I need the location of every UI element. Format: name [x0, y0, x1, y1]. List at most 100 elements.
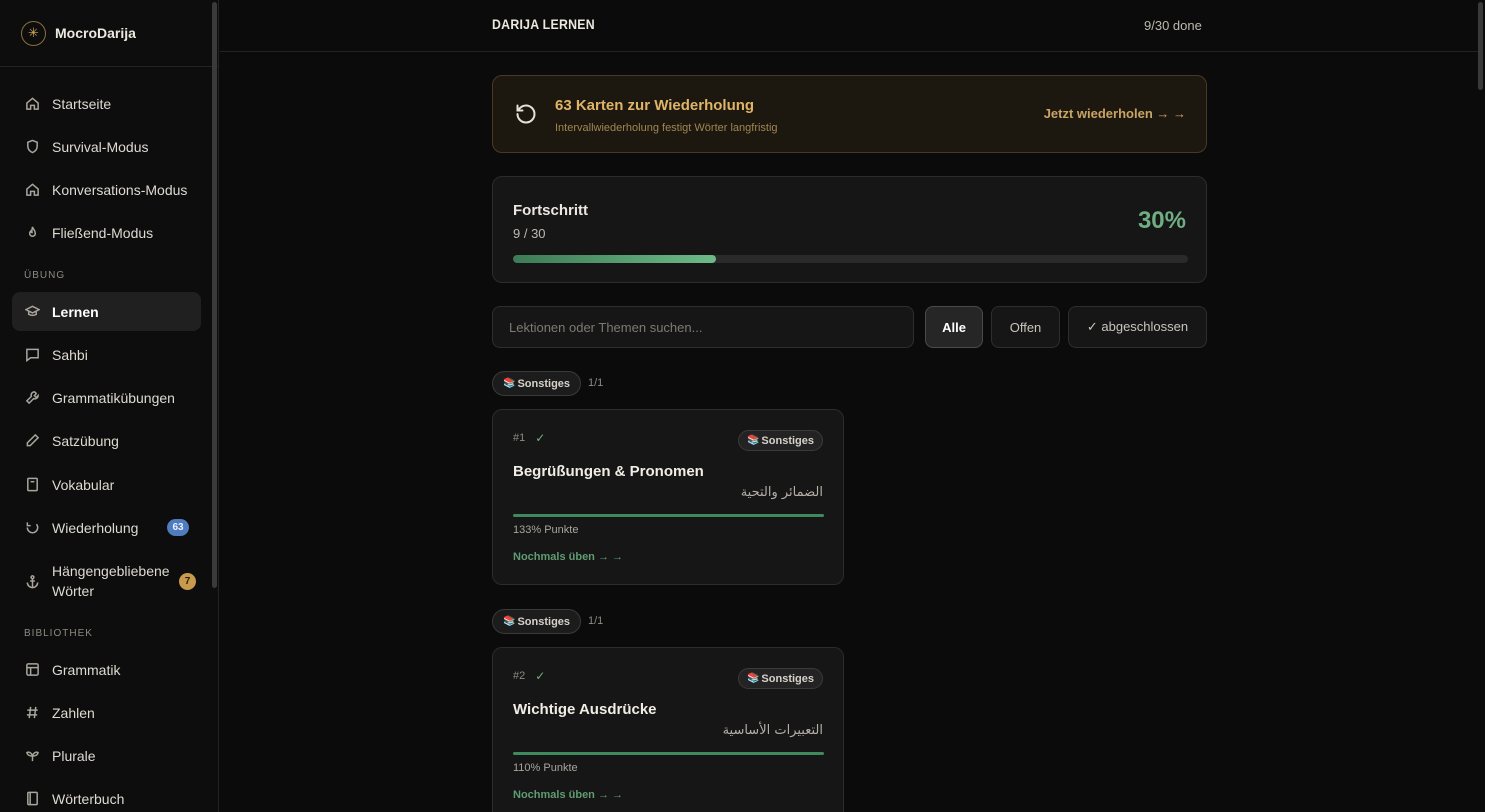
- wrench-icon: [24, 390, 40, 406]
- sidebar-item-label: Plurale: [52, 747, 96, 764]
- sidebar-item-grammatik[interactable]: Grammatik: [12, 650, 201, 689]
- layout-icon: [24, 662, 40, 678]
- sidebar-item-label: Hängengebliebene Wörter: [52, 563, 170, 599]
- topbar: DARIJA LERNEN 9/30 done: [220, 0, 1478, 52]
- sidebar-item-grammatikuebungen[interactable]: Grammatikübungen: [12, 378, 201, 417]
- sidebar-scrollbar[interactable]: [212, 2, 217, 588]
- stuck-words-badge: 7: [179, 572, 196, 590]
- sidebar: ✳ MocroDarija Startseite Survival-Modus …: [0, 0, 219, 812]
- sidebar-item-zahlen[interactable]: Zahlen: [12, 693, 201, 732]
- lesson-number-text: #2: [513, 670, 526, 682]
- sidebar-item-label: Startseite: [52, 95, 112, 112]
- lesson-points: 133% Punkte: [513, 524, 579, 536]
- brand-name: MocroDarija: [55, 25, 136, 41]
- group-name: Sonstiges: [517, 615, 571, 628]
- books-icon: 📚: [746, 673, 760, 684]
- completion-status: 9/30 done: [1144, 18, 1202, 33]
- flame-icon: [24, 225, 40, 241]
- progress-title: Fortschritt: [513, 202, 588, 219]
- logo-icon: ✳: [21, 20, 46, 46]
- search-input[interactable]: [492, 306, 914, 348]
- section-label-practice: ÜBUNG: [24, 270, 66, 281]
- books-icon: 📚: [503, 616, 516, 627]
- progress-count: 9 / 30: [513, 226, 546, 241]
- sidebar-item-label: Grammatik: [52, 661, 121, 678]
- filter-open-button[interactable]: Offen: [991, 306, 1060, 348]
- sidebar-item-label: Survival-Modus: [52, 138, 149, 155]
- start-review-button[interactable]: Jetzt wiederholen → →: [1044, 106, 1186, 121]
- lesson-title: Wichtige Ausdrücke: [513, 701, 657, 718]
- lesson-tag-label: Sonstiges: [761, 672, 814, 685]
- books-icon: 📚: [746, 435, 760, 446]
- sidebar-item-startseite[interactable]: Startseite: [12, 84, 201, 123]
- brand[interactable]: ✳ MocroDarija: [0, 0, 218, 67]
- sidebar-item-vokabular[interactable]: Vokabular: [12, 465, 201, 504]
- anchor-icon: [24, 573, 40, 589]
- group-chip[interactable]: 📚 Sonstiges: [492, 609, 582, 634]
- lesson-arabic-title: التعبيرات الأساسية: [722, 723, 823, 738]
- books-icon: 📚: [503, 378, 516, 389]
- group-chip[interactable]: 📚 Sonstiges: [492, 371, 582, 396]
- lesson-arabic-title: الضمائر والتحية: [740, 485, 823, 500]
- sidebar-item-label: Vokabular: [52, 476, 115, 493]
- lesson-tag: 📚 Sonstiges: [737, 430, 823, 451]
- sidebar-item-woerterbuch[interactable]: Wörterbuch: [12, 779, 201, 812]
- sprout-icon: [24, 748, 40, 764]
- app-root: ✳ MocroDarija Startseite Survival-Modus …: [0, 0, 1485, 812]
- sidebar-item-label: Zahlen: [52, 704, 95, 721]
- filter-all-button[interactable]: Alle: [925, 306, 983, 348]
- refresh-icon: [24, 520, 40, 536]
- practice-again-link[interactable]: Nochmals üben → →: [513, 789, 623, 801]
- sidebar-item-lernen[interactable]: Lernen: [12, 292, 201, 331]
- lesson-card[interactable]: #2 ✓ 📚 Sonstiges Wichtige Ausdrücke التع…: [492, 647, 844, 812]
- review-title: 63 Karten zur Wiederholung: [555, 97, 755, 114]
- group-count: 1/1: [588, 615, 604, 627]
- main-scrollbar[interactable]: [1478, 2, 1483, 90]
- lesson-progress-bar: [513, 752, 824, 755]
- sidebar-item-label: Wiederholung: [52, 519, 139, 536]
- lesson-number: #2 ✓: [513, 669, 545, 683]
- sidebar-item-satzuebung[interactable]: Satzübung: [12, 421, 201, 460]
- sidebar-item-survival[interactable]: Survival-Modus: [12, 127, 201, 166]
- sidebar-item-label: Grammatikübungen: [52, 389, 175, 406]
- lesson-progress-bar: [513, 514, 824, 517]
- lesson-tag: 📚 Sonstiges: [737, 668, 823, 689]
- book-icon: [24, 791, 40, 807]
- sidebar-item-plurale[interactable]: Plurale: [12, 736, 201, 775]
- lesson-points: 110% Punkte: [513, 762, 578, 774]
- shield-icon: [24, 139, 40, 155]
- sidebar-item-label: Lernen: [52, 303, 99, 320]
- sidebar-item-label: Satzübung: [52, 432, 119, 449]
- sidebar-item-haengengebliebene-woerter[interactable]: Hängengebliebene Wörter 7: [12, 559, 201, 603]
- sidebar-item-label: Sahbi: [52, 346, 88, 363]
- sidebar-item-wiederholung[interactable]: Wiederholung 63: [12, 508, 201, 547]
- group-count: 1/1: [588, 377, 604, 389]
- lesson-number: #1 ✓: [513, 431, 545, 445]
- page-title: DARIJA LERNEN: [492, 16, 595, 32]
- sidebar-item-label: Wörterbuch: [52, 790, 125, 807]
- sidebar-item-fliessend[interactable]: Fließend-Modus: [12, 213, 201, 252]
- review-banner[interactable]: 63 Karten zur Wiederholung Intervallwied…: [492, 75, 1207, 153]
- group-name: Sonstiges: [517, 377, 571, 390]
- sidebar-item-konversation[interactable]: Konversations-Modus: [12, 170, 201, 209]
- lesson-tag-label: Sonstiges: [761, 434, 814, 447]
- home-icon: [24, 182, 40, 198]
- notebook-icon: [24, 477, 40, 493]
- lesson-number-text: #1: [513, 432, 526, 444]
- sidebar-item-label: Konversations-Modus: [52, 181, 188, 198]
- home-icon: [24, 96, 40, 112]
- graduation-cap-icon: [24, 304, 40, 320]
- progress-percent: 30%: [1137, 207, 1186, 234]
- section-label-library: BIBLIOTHEK: [24, 628, 93, 639]
- review-subtitle: Intervallwiederholung festigt Wörter lan…: [555, 122, 778, 134]
- chat-bubble-icon: [24, 347, 40, 363]
- check-icon: ✓: [535, 431, 546, 445]
- filter-done-button[interactable]: ✓ abgeschlossen: [1068, 306, 1207, 348]
- sidebar-item-label: Fließend-Modus: [52, 224, 154, 241]
- practice-again-link[interactable]: Nochmals üben → →: [513, 551, 623, 563]
- check-icon: ✓: [535, 669, 546, 683]
- sidebar-item-sahbi[interactable]: Sahbi: [12, 335, 201, 374]
- progress-card: Fortschritt 9 / 30 30%: [492, 176, 1207, 283]
- lesson-card[interactable]: #1 ✓ 📚 Sonstiges Begrüßungen & Pronomen …: [492, 409, 844, 585]
- lesson-title: Begrüßungen & Pronomen: [513, 463, 704, 480]
